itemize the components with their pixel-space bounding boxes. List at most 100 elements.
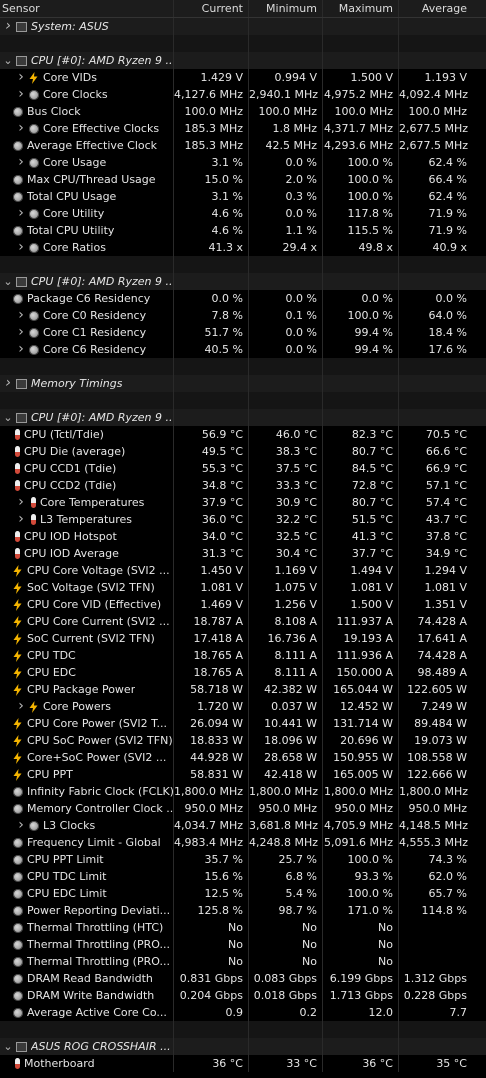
- sensor-row[interactable]: CPU PPT Limit 35.7 % 25.7 % 100.0 % 74.3 %: [0, 851, 486, 868]
- expand-chevron-icon[interactable]: ›: [14, 512, 28, 527]
- column-header-minimum[interactable]: Minimum: [249, 0, 323, 17]
- sensor-row[interactable]: CPU TDC Limit 15.6 % 6.8 % 93.3 % 62.0 %: [0, 868, 486, 885]
- sensor-row[interactable]: › L3 Temperatures 36.0 °C 32.2 °C 51.5 °C 43.…: [0, 511, 486, 528]
- sensor-row[interactable]: Thermal Throttling (PRO... No No No: [0, 936, 486, 953]
- sensor-row[interactable]: CPU TDC 18.765 A 8.111 A 111.936 A 74.428 A: [0, 647, 486, 664]
- sensor-row[interactable]: › Core C6 Residency 40.5 % 0.0 % 99.4 % 17.6 …: [0, 341, 486, 358]
- sensor-row[interactable]: CPU Core Current (SVI2 ... 18.787 A 8.108 …: [0, 613, 486, 630]
- sensor-group-row[interactable]: ⌄ CPU [#0]: AMD Ryzen 9 ...: [0, 409, 486, 426]
- sensor-row[interactable]: Thermal Throttling (PRO... No No No: [0, 953, 486, 970]
- sensor-row[interactable]: › Core Powers 1.720 W 0.037 W 12.452 W 7.249 …: [0, 698, 486, 715]
- chip-icon: [16, 378, 27, 389]
- sensor-row[interactable]: › Core Temperatures 37.9 °C 30.9 °C 80.7 °C 5…: [0, 494, 486, 511]
- sensor-group-row[interactable]: › Memory Timings: [0, 375, 486, 392]
- sensor-row[interactable]: DRAM Read Bandwidth 0.831 Gbps 0.083 Gbps 6…: [0, 970, 486, 987]
- sensor-row[interactable]: Bus Clock 100.0 MHz 100.0 MHz 100.0 MHz 100.…: [0, 103, 486, 120]
- sensor-row[interactable]: CPU Die (average) 49.5 °C 38.3 °C 80.7 °C 66…: [0, 443, 486, 460]
- expand-chevron-icon[interactable]: ›: [14, 121, 28, 136]
- sensor-row[interactable]: CPU IOD Average 31.3 °C 30.4 °C 37.7 °C 34.9…: [0, 545, 486, 562]
- sensor-name-cell: CPU EDC Limit: [0, 885, 174, 902]
- expand-chevron-icon[interactable]: ›: [14, 87, 28, 102]
- maximum-value-cell: [323, 52, 399, 69]
- sensor-label: Core Effective Clocks: [43, 122, 160, 135]
- sensor-row[interactable]: Frequency Limit - Global 4,983.4 MHz 4,248…: [0, 834, 486, 851]
- sensor-group-row[interactable]: ⌄ ASUS ROG CROSSHAIR ...: [0, 1038, 486, 1055]
- sensor-row[interactable]: Motherboard 36 °C 33 °C 36 °C 35 °C: [0, 1055, 486, 1072]
- column-header-average[interactable]: Average: [399, 0, 485, 17]
- expand-chevron-icon[interactable]: ›: [14, 818, 28, 833]
- sensor-row[interactable]: › Core Ratios 41.3 x 29.4 x 49.8 x 40.9 x: [0, 239, 486, 256]
- column-header-maximum[interactable]: Maximum: [323, 0, 399, 17]
- sensor-row[interactable]: CPU EDC Limit 12.5 % 5.4 % 100.0 % 65.7 %: [0, 885, 486, 902]
- expand-chevron-icon[interactable]: ›: [14, 206, 28, 221]
- sensor-group-row[interactable]: › System: ASUS: [0, 18, 486, 35]
- average-value-cell: 64.0 %: [428, 309, 467, 322]
- chip-icon: [16, 276, 27, 287]
- sensor-group-row[interactable]: ⌄ CPU [#0]: AMD Ryzen 9 ...: [0, 52, 486, 69]
- collapse-chevron-icon[interactable]: ⌄: [0, 53, 16, 68]
- sensor-row[interactable]: CPU Core VID (Effective) 1.469 V 1.256 V 1.…: [0, 596, 486, 613]
- sensor-name-cell: SoC Current (SVI2 TFN): [0, 630, 174, 647]
- sensor-row[interactable]: CPU IOD Hotspot 34.0 °C 32.5 °C 41.3 °C 37.8…: [0, 528, 486, 545]
- sensor-row[interactable]: › Core C1 Residency 51.7 % 0.0 % 99.4 % 18.4 …: [0, 324, 486, 341]
- collapse-chevron-icon[interactable]: ⌄: [0, 410, 16, 425]
- sensor-row[interactable]: CPU Core Voltage (SVI2 ... 1.450 V 1.169 V…: [0, 562, 486, 579]
- sensor-row[interactable]: CPU Package Power 58.718 W 42.382 W 165.044…: [0, 681, 486, 698]
- current-value-cell: 1.720 W: [174, 698, 249, 715]
- sensor-row[interactable]: Infinity Fabric Clock (FCLK) 1,800.0 MHz 1…: [0, 783, 486, 800]
- collapse-chevron-icon[interactable]: ⌄: [0, 274, 16, 289]
- sensor-row[interactable]: Total CPU Usage 3.1 % 0.3 % 100.0 % 62.4 %: [0, 188, 486, 205]
- average-value-cell: 1.351 V: [424, 598, 467, 611]
- sensor-row[interactable]: Thermal Throttling (HTC) No No No: [0, 919, 486, 936]
- current-value-cell: 1.469 V: [174, 596, 249, 613]
- expand-chevron-icon[interactable]: ›: [14, 325, 28, 340]
- sensor-row[interactable]: Memory Controller Clock ... 950.0 MHz 950.…: [0, 800, 486, 817]
- column-header-sensor[interactable]: Sensor: [0, 0, 174, 17]
- sensor-row[interactable]: CPU PPT 58.831 W 42.418 W 165.005 W 122.666 …: [0, 766, 486, 783]
- sensor-label: DRAM Write Bandwidth: [27, 989, 155, 1002]
- expand-chevron-icon[interactable]: ›: [14, 70, 28, 85]
- sensor-row[interactable]: › Core C0 Residency 7.8 % 0.1 % 100.0 % 64.0 …: [0, 307, 486, 324]
- sensor-row[interactable]: CPU (Tctl/Tdie) 56.9 °C 46.0 °C 82.3 °C 70.5…: [0, 426, 486, 443]
- sensor-row[interactable]: Max CPU/Thread Usage 15.0 % 2.0 % 100.0 % 66…: [0, 171, 486, 188]
- expand-chevron-icon[interactable]: ›: [0, 376, 16, 391]
- average-value-cell: 74.428 A: [417, 649, 467, 662]
- sensor-row[interactable]: Power Reporting Deviati... 125.8 % 98.7 % 1…: [0, 902, 486, 919]
- sensor-row[interactable]: CPU Core Power (SVI2 T... 26.094 W 10.441 …: [0, 715, 486, 732]
- sensor-row[interactable]: › Core Usage 3.1 % 0.0 % 100.0 % 62.4 %: [0, 154, 486, 171]
- sensor-row[interactable]: CPU CCD1 (Tdie) 55.3 °C 37.5 °C 84.5 °C 66.9…: [0, 460, 486, 477]
- collapse-chevron-icon[interactable]: ⌄: [0, 1039, 16, 1054]
- expand-chevron-icon[interactable]: ›: [14, 495, 28, 510]
- sensor-row[interactable]: SoC Current (SVI2 TFN) 17.418 A 16.736 A 19…: [0, 630, 486, 647]
- expand-chevron-icon[interactable]: ›: [14, 308, 28, 323]
- minimum-value-cell: 30.9 °C: [249, 494, 323, 511]
- sensor-row[interactable]: › Core Effective Clocks 185.3 MHz 1.8 MHz 4,…: [0, 120, 486, 137]
- sensor-row[interactable]: › Core Utility 4.6 % 0.0 % 117.8 % 71.9 %: [0, 205, 486, 222]
- sensor-row[interactable]: CPU CCD2 (Tdie) 34.8 °C 33.3 °C 72.8 °C 57.1…: [0, 477, 486, 494]
- expand-chevron-icon[interactable]: ›: [14, 342, 28, 357]
- current-value-cell: No: [174, 936, 249, 953]
- sensor-row[interactable]: Total CPU Utility 4.6 % 1.1 % 115.5 % 71.9 %: [0, 222, 486, 239]
- sensor-row[interactable]: Average Effective Clock 185.3 MHz 42.5 MHz…: [0, 137, 486, 154]
- sensor-row[interactable]: Average Active Core Co... 0.9 0.2 12.0 7.7: [0, 1004, 486, 1021]
- sensor-row[interactable]: › Core VIDs 1.429 V 0.994 V 1.500 V 1.193 V: [0, 69, 486, 86]
- sensor-row[interactable]: CPU SoC Power (SVI2 TFN) 18.833 W 18.096 W…: [0, 732, 486, 749]
- expand-chevron-icon[interactable]: ›: [0, 19, 16, 34]
- sensor-group-row[interactable]: ⌄ CPU [#0]: AMD Ryzen 9 ...: [0, 273, 486, 290]
- column-header-current[interactable]: Current: [174, 0, 249, 17]
- sensor-row[interactable]: › L3 Clocks 4,034.7 MHz 3,681.8 MHz 4,705.9 …: [0, 817, 486, 834]
- sensor-row[interactable]: SoC Voltage (SVI2 TFN) 1.081 V 1.075 V 1.08…: [0, 579, 486, 596]
- minimum-value-cell: [249, 18, 323, 35]
- sensor-row[interactable]: Core+SoC Power (SVI2 ... 44.928 W 28.658 W…: [0, 749, 486, 766]
- minimum-value-cell: 37.5 °C: [249, 460, 323, 477]
- sensor-row[interactable]: › Core Clocks 4,127.6 MHz 2,940.1 MHz 4,975.…: [0, 86, 486, 103]
- sensor-row[interactable]: CPU EDC 18.765 A 8.111 A 150.000 A 98.489 A: [0, 664, 486, 681]
- expand-chevron-icon[interactable]: ›: [14, 699, 28, 714]
- expand-chevron-icon[interactable]: ›: [14, 155, 28, 170]
- sensor-row[interactable]: DRAM Write Bandwidth 0.204 Gbps 0.018 Gbps…: [0, 987, 486, 1004]
- maximum-value-cell: 100.0 %: [323, 154, 399, 171]
- sensor-row[interactable]: Package C6 Residency 0.0 % 0.0 % 0.0 % 0.0 %: [0, 290, 486, 307]
- thermometer-icon: [15, 531, 20, 542]
- expand-chevron-icon[interactable]: ›: [14, 240, 28, 255]
- average-value-cell: [399, 273, 485, 290]
